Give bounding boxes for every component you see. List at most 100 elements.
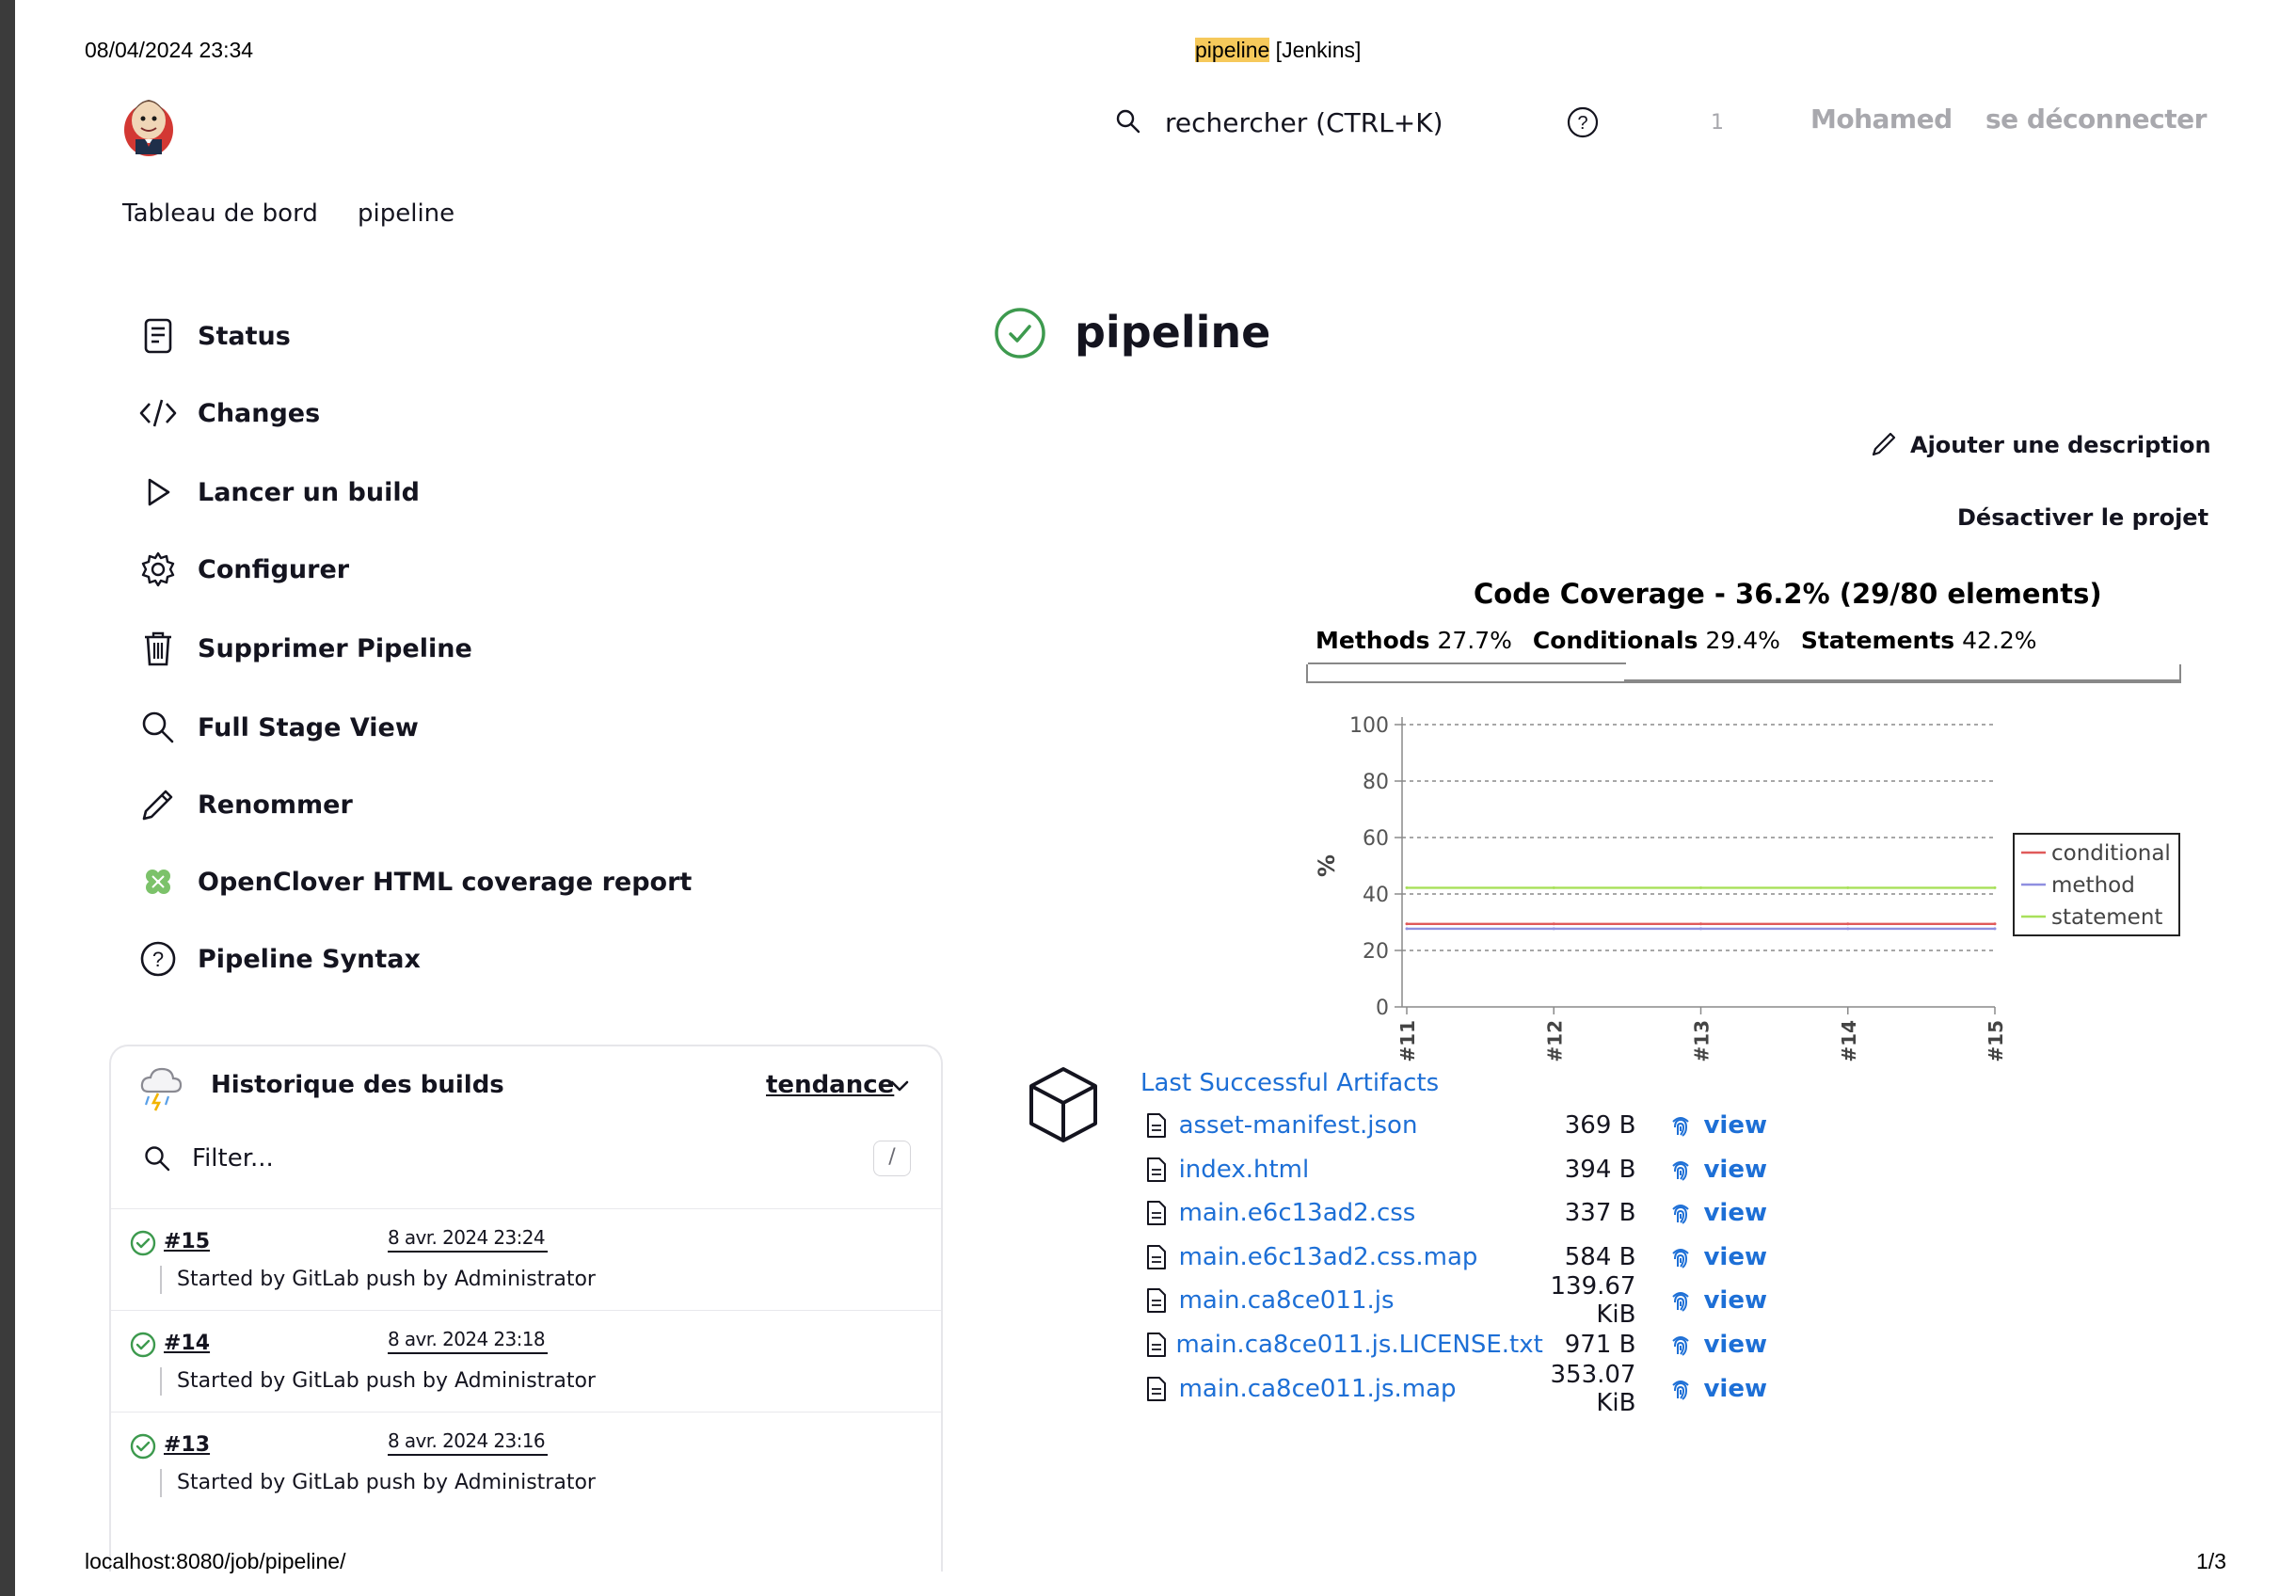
file-icon	[1146, 1376, 1172, 1402]
build-row[interactable]: #14 8 avr. 2024 23:18 Started by GitLab pu…	[111, 1310, 941, 1412]
trend-link[interactable]: tendance	[766, 1071, 894, 1099]
sidebar-item-rename[interactable]: Renommer	[137, 781, 353, 828]
conditionals-label: Conditionals	[1532, 627, 1698, 654]
artifact-link[interactable]: index.html	[1179, 1156, 1509, 1184]
success-status-icon	[994, 307, 1046, 359]
notification-badge[interactable]: 1	[1711, 111, 1724, 135]
chevron-down-icon[interactable]	[888, 1077, 911, 1095]
conditionals-value: 29.4%	[1705, 627, 1780, 654]
package-icon	[1026, 1065, 1101, 1144]
fingerprint-icon[interactable]	[1667, 1332, 1694, 1358]
build-number-link[interactable]: #15	[164, 1230, 210, 1253]
artifact-link[interactable]: asset-manifest.json	[1179, 1111, 1509, 1140]
statements-value: 42.2%	[1962, 627, 2037, 654]
x-tick-label: #13	[1691, 1020, 1714, 1062]
sidebar-item-label: OpenClover HTML coverage report	[198, 867, 693, 897]
logout-link[interactable]: se déconnecter	[1985, 104, 2207, 135]
play-icon	[137, 471, 179, 513]
data-point-method	[1405, 927, 1409, 931]
fingerprint-icon[interactable]	[1667, 1157, 1694, 1183]
view-link[interactable]: view	[1703, 1375, 1767, 1403]
build-row[interactable]: #13 8 avr. 2024 23:16 Started by GitLab pu…	[111, 1412, 941, 1513]
artifact-link[interactable]: main.e6c13ad2.css	[1179, 1199, 1509, 1227]
artifact-link[interactable]: main.e6c13ad2.css.map	[1179, 1243, 1509, 1271]
pencil-icon	[137, 784, 179, 825]
page-title: pipeline	[1075, 307, 1271, 358]
fingerprint-icon[interactable]	[1667, 1376, 1694, 1402]
build-date[interactable]: 8 avr. 2024 23:18	[388, 1328, 548, 1354]
search-input[interactable]: rechercher (CTRL+K)	[1165, 107, 1485, 139]
clover-icon	[137, 861, 179, 902]
success-icon	[130, 1332, 156, 1362]
artifact-row: main.e6c13ad2.css 337 B view	[1146, 1194, 1767, 1232]
view-link[interactable]: view	[1703, 1156, 1767, 1184]
sidebar-item-status[interactable]: Status	[137, 312, 291, 359]
add-description-button[interactable]: Ajouter une description	[1871, 429, 2211, 461]
data-point-conditional	[1552, 922, 1555, 926]
build-date[interactable]: 8 avr. 2024 23:16	[388, 1429, 548, 1456]
add-description-label: Ajouter une description	[1910, 432, 2211, 458]
view-link[interactable]: view	[1703, 1111, 1767, 1140]
build-number-link[interactable]: #13	[164, 1433, 210, 1457]
data-point-statement	[1846, 886, 1850, 889]
file-icon	[1146, 1112, 1172, 1139]
build-history-panel: Historique des builds tendance Filter...…	[109, 1045, 943, 1572]
search-icon	[1114, 107, 1142, 136]
artifacts-title[interactable]: Last Successful Artifacts	[1140, 1069, 1439, 1097]
artifact-link[interactable]: main.ca8ce011.js.LICENSE.txt	[1175, 1331, 1542, 1359]
x-tick-label: #12	[1543, 1020, 1566, 1062]
fingerprint-icon[interactable]	[1667, 1244, 1694, 1270]
sidebar-item-coverage-report[interactable]: OpenClover HTML coverage report	[137, 858, 692, 905]
fingerprint-icon[interactable]	[1667, 1200, 1694, 1226]
sidebar-item-build[interactable]: Lancer un build	[137, 469, 420, 516]
artifact-size: 369 B	[1564, 1111, 1636, 1140]
view-link[interactable]: view	[1703, 1286, 1767, 1315]
file-icon	[1146, 1200, 1172, 1226]
fingerprint-icon[interactable]	[1667, 1287, 1694, 1314]
breadcrumb-dashboard[interactable]: Tableau de bord	[122, 200, 318, 228]
coverage-summary: Methods 27.7% Conditionals 29.4% Stateme…	[1315, 627, 2037, 654]
data-point-conditional	[1846, 922, 1850, 926]
build-row[interactable]: #15 8 avr. 2024 23:24 Started by GitLab pu…	[111, 1208, 941, 1310]
window-edge	[0, 0, 15, 1596]
x-tick-label: #11	[1396, 1020, 1419, 1062]
print-title-rest: [Jenkins]	[1269, 38, 1362, 62]
data-point-method	[1699, 927, 1702, 931]
sidebar-item-changes[interactable]: Changes	[137, 390, 320, 437]
data-point-statement	[1699, 886, 1702, 889]
build-date[interactable]: 8 avr. 2024 23:24	[388, 1226, 548, 1253]
data-point-statement	[1552, 886, 1555, 889]
artifact-row: main.e6c13ad2.css.map 584 B view	[1146, 1238, 1767, 1276]
artifact-link[interactable]: main.ca8ce011.js.map	[1179, 1375, 1509, 1403]
build-number-link[interactable]: #14	[164, 1332, 210, 1355]
artifact-row: main.ca8ce011.js 139.67 KiB view	[1146, 1272, 1767, 1329]
artifact-row: main.ca8ce011.js.LICENSE.txt 971 B view	[1146, 1326, 1767, 1364]
breadcrumb-pipeline[interactable]: pipeline	[358, 200, 454, 228]
build-description: Started by GitLab push by Administrator	[160, 1367, 596, 1396]
legend-label: statement	[2051, 905, 2162, 930]
help-icon[interactable]: ?	[1566, 105, 1600, 139]
jenkins-logo[interactable]	[117, 83, 181, 158]
success-icon	[130, 1433, 156, 1463]
view-link[interactable]: view	[1703, 1331, 1767, 1359]
legend-label: conditional	[2051, 841, 2171, 866]
artifact-row: asset-manifest.json 369 B view	[1146, 1107, 1767, 1144]
user-link[interactable]: Mohamed	[1810, 104, 1953, 135]
view-link[interactable]: view	[1703, 1199, 1767, 1227]
file-icon	[1146, 1244, 1172, 1270]
weather-icon	[139, 1065, 183, 1112]
y-tick-label: 20	[1363, 940, 1389, 964]
filter-input[interactable]: Filter...	[192, 1144, 274, 1173]
sidebar-item-configure[interactable]: Configurer	[137, 546, 349, 593]
y-axis-label: %	[1314, 854, 1340, 877]
sidebar-item-label: Full Stage View	[198, 712, 419, 742]
disable-project-button[interactable]: Désactiver le projet	[1957, 504, 2208, 531]
view-link[interactable]: view	[1703, 1243, 1767, 1271]
fingerprint-icon[interactable]	[1667, 1112, 1694, 1139]
build-description: Started by GitLab push by Administrator	[160, 1266, 596, 1294]
statements-label: Statements	[1800, 627, 1955, 654]
sidebar-item-pipeline-syntax[interactable]: ? Pipeline Syntax	[137, 935, 421, 982]
artifact-link[interactable]: main.ca8ce011.js	[1179, 1286, 1509, 1315]
sidebar-item-delete[interactable]: Supprimer Pipeline	[137, 625, 472, 672]
sidebar-item-stage-view[interactable]: Full Stage View	[137, 704, 419, 751]
